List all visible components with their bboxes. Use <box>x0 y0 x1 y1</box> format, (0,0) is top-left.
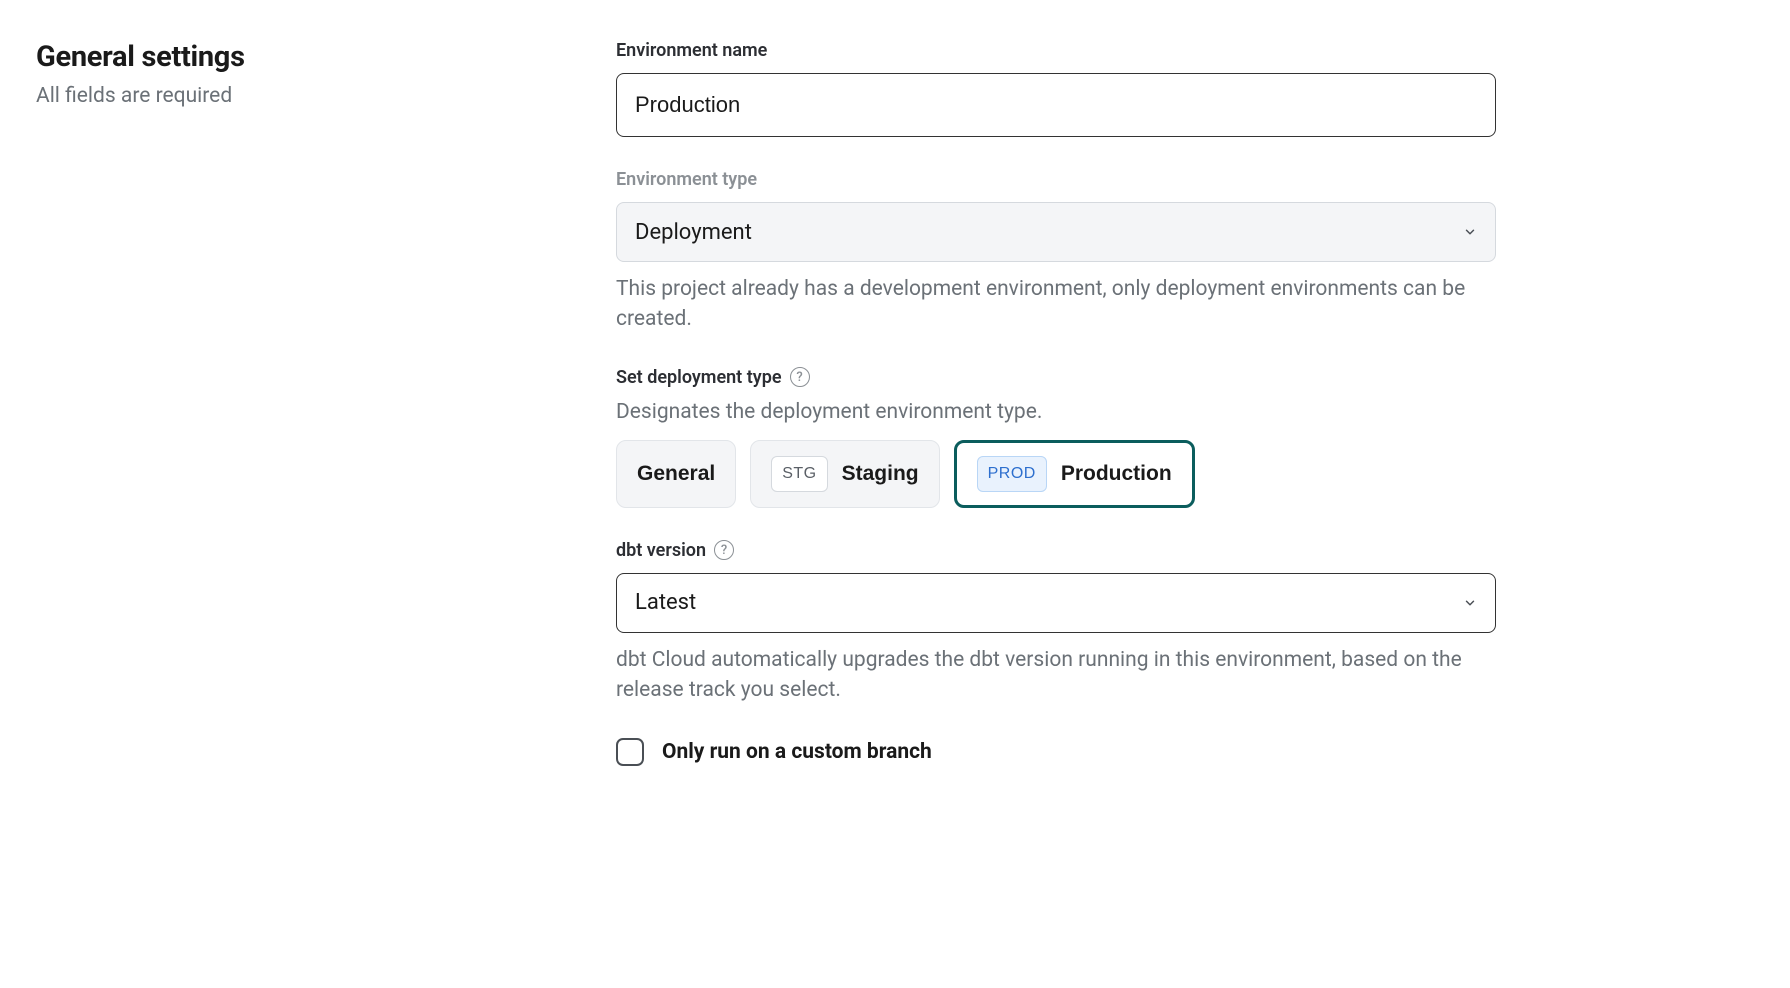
page-subtitle: All fields are required <box>36 84 556 108</box>
custom-branch-checkbox[interactable] <box>616 738 644 766</box>
dbt-version-helper: dbt Cloud automatically upgrades the dbt… <box>616 645 1496 706</box>
stg-badge: STG <box>771 456 827 492</box>
env-type-value: Deployment <box>635 220 752 245</box>
env-type-label: Environment type <box>616 169 1496 190</box>
env-type-helper: This project already has a development e… <box>616 274 1496 335</box>
env-name-label: Environment name <box>616 40 1496 61</box>
dbt-version-value: Latest <box>635 590 696 615</box>
deployment-type-toggle-group: General STG Staging PROD Production <box>616 440 1496 508</box>
help-icon[interactable]: ? <box>790 367 810 387</box>
env-name-input[interactable] <box>616 73 1496 137</box>
chevron-down-icon <box>1463 596 1477 610</box>
deployment-type-production[interactable]: PROD Production <box>954 440 1195 508</box>
deployment-type-general[interactable]: General <box>616 440 736 508</box>
deployment-type-staging[interactable]: STG Staging <box>750 440 939 508</box>
dbt-version-label: dbt version ? <box>616 540 1496 561</box>
deployment-type-label: Set deployment type ? <box>616 367 1496 388</box>
custom-branch-label: Only run on a custom branch <box>662 740 932 764</box>
env-type-select[interactable]: Deployment <box>616 202 1496 262</box>
chevron-down-icon <box>1463 225 1477 239</box>
page-title: General settings <box>36 40 556 74</box>
dbt-version-select[interactable]: Latest <box>616 573 1496 633</box>
prod-badge: PROD <box>977 456 1047 492</box>
deployment-type-description: Designates the deployment environment ty… <box>616 400 1496 424</box>
help-icon[interactable]: ? <box>714 540 734 560</box>
custom-branch-row: Only run on a custom branch <box>616 738 1496 766</box>
